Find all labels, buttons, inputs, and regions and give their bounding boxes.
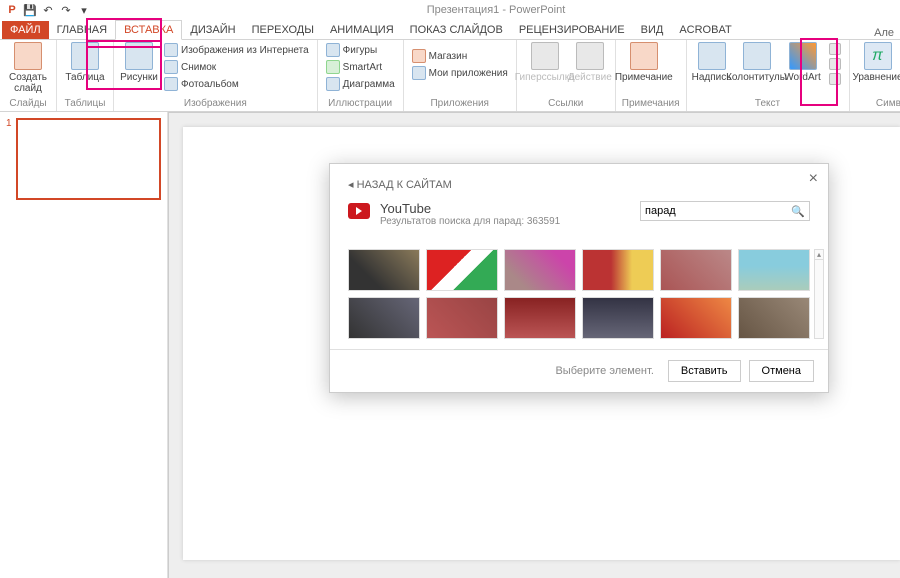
youtube-title: YouTube	[380, 201, 560, 216]
search-input[interactable]	[645, 205, 791, 217]
window-title: Презентация1 - PowerPoint	[92, 4, 900, 16]
results-scrollbar[interactable]: ▴	[814, 249, 824, 339]
video-result[interactable]	[582, 297, 654, 339]
text-extra3[interactable]	[827, 72, 843, 86]
video-result[interactable]	[504, 249, 576, 291]
tab-home[interactable]: ГЛАВНАЯ	[49, 21, 115, 39]
insert-button[interactable]: Вставить	[668, 360, 741, 382]
text-extra1[interactable]	[827, 42, 843, 56]
tab-insert[interactable]: ВСТАВКА	[115, 20, 182, 40]
tab-review[interactable]: РЕЦЕНЗИРОВАНИЕ	[511, 21, 633, 39]
tab-acrobat[interactable]: ACROBAT	[671, 21, 739, 39]
video-result[interactable]	[738, 249, 810, 291]
video-result[interactable]	[426, 249, 498, 291]
smartart-button[interactable]: SmartArt	[324, 59, 397, 75]
video-result[interactable]	[504, 297, 576, 339]
slide-canvas: × ◂ НАЗАД К САЙТАМ YouTube Результатов п…	[168, 112, 900, 578]
youtube-result-count: Результатов поиска для парад: 363591	[380, 216, 560, 227]
youtube-icon	[348, 203, 370, 219]
save-icon[interactable]: 💾	[22, 2, 38, 18]
slide-thumbnail-panel: 1	[0, 112, 168, 578]
insert-video-dialog: × ◂ НАЗАД К САЙТАМ YouTube Результатов п…	[329, 163, 829, 393]
tab-animation[interactable]: АНИМАЦИЯ	[322, 21, 402, 39]
equation-button[interactable]: πУравнение	[856, 42, 900, 83]
slide-thumbnail-1[interactable]	[16, 118, 161, 200]
video-result[interactable]	[660, 297, 732, 339]
group-symbols: Символы	[856, 98, 900, 111]
video-result[interactable]	[348, 249, 420, 291]
tab-design[interactable]: ДИЗАЙН	[182, 21, 243, 39]
hyperlink-button[interactable]: Гиперссылка	[523, 42, 567, 83]
pictures-button[interactable]: Рисунки	[120, 42, 158, 83]
textbox-button[interactable]: Надпись	[693, 42, 731, 83]
video-result[interactable]	[660, 249, 732, 291]
group-slides: Слайды	[6, 98, 50, 111]
action-button[interactable]: Действие	[571, 42, 609, 83]
dialog-close-button[interactable]: ×	[809, 170, 818, 188]
wordart-button[interactable]: WordArt	[783, 42, 823, 83]
dialog-hint: Выберите элемент.	[555, 365, 653, 377]
text-extra2[interactable]	[827, 57, 843, 71]
tab-file[interactable]: ФАЙЛ	[2, 21, 49, 39]
cancel-button[interactable]: Отмена	[749, 360, 814, 382]
video-result[interactable]	[582, 249, 654, 291]
group-comments: Примечания	[622, 98, 680, 111]
group-text: Текст	[693, 98, 843, 111]
tab-slideshow[interactable]: ПОКАЗ СЛАЙДОВ	[402, 21, 511, 39]
group-images: Изображения	[120, 98, 311, 111]
photo-album-button[interactable]: Фотоальбом	[162, 76, 311, 92]
thumb-number: 1	[6, 118, 12, 200]
qat-more-icon[interactable]: ▾	[76, 2, 92, 18]
video-result[interactable]	[348, 297, 420, 339]
store-button[interactable]: Магазин	[410, 48, 510, 64]
search-icon[interactable]: 🔍	[791, 205, 805, 218]
tab-transitions[interactable]: ПЕРЕХОДЫ	[244, 21, 322, 39]
comment-button[interactable]: Примечание	[622, 42, 666, 83]
redo-icon[interactable]: ↷	[58, 2, 74, 18]
chart-button[interactable]: Диаграмма	[324, 76, 397, 92]
video-result[interactable]	[738, 297, 810, 339]
group-apps: Приложения	[410, 98, 510, 111]
username: Але	[874, 27, 900, 39]
group-links: Ссылки	[523, 98, 609, 111]
group-tables: Таблицы	[63, 98, 107, 111]
back-to-sites-link[interactable]: ◂ НАЗАД К САЙТАМ	[348, 178, 810, 191]
shapes-button[interactable]: Фигуры	[324, 42, 397, 58]
table-button[interactable]: Таблица	[63, 42, 107, 83]
screenshot-button[interactable]: Снимок	[162, 59, 311, 75]
myapps-button[interactable]: Мои приложения	[410, 65, 510, 81]
undo-icon[interactable]: ↶	[40, 2, 56, 18]
group-illustrations: Иллюстрации	[324, 98, 397, 111]
online-pictures-button[interactable]: Изображения из Интернета	[162, 42, 311, 58]
app-icon: P	[4, 2, 20, 18]
headerfooter-button[interactable]: Колонтитулы	[735, 42, 779, 83]
tab-view[interactable]: ВИД	[633, 21, 672, 39]
video-result[interactable]	[426, 297, 498, 339]
new-slide-button[interactable]: Создать слайд	[6, 42, 50, 94]
search-box[interactable]: 🔍	[640, 201, 810, 221]
